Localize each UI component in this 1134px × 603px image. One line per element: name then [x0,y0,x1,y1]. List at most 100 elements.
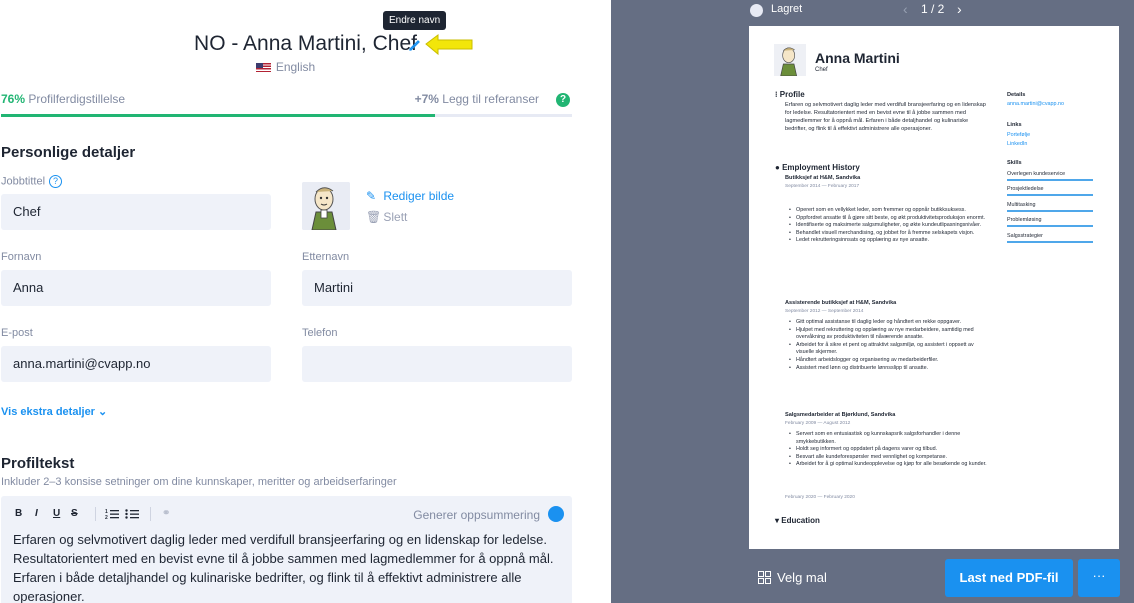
generate-summary-label[interactable]: Generer oppsummering [413,508,540,522]
cv-bullet: Hjulpet med rekruttering og opplæring av… [789,327,989,342]
cv-links-heading: Links [1007,122,1022,128]
profile-text-title: Profiltekst [1,455,75,472]
phone-input[interactable] [302,346,572,382]
numbered-list-icon[interactable]: 1 2 [105,508,119,520]
saved-check-icon [750,4,763,17]
trash-icon: 🗑 [366,210,382,224]
download-pdf-button[interactable]: Last ned PDF-fil [945,559,1073,597]
cv-job1-title: Butikksjef at H&M, Sandvika [785,175,861,181]
editor-toolbar: B I U S 1 2 ⚭ Generer oppsummering [1,496,572,532]
grid-icon[interactable] [758,571,771,584]
avatar[interactable] [302,182,350,230]
rename-tooltip: Endre navn [383,11,447,30]
bonus-label: Legg til referanser [442,92,539,106]
arrow-icon [425,34,473,56]
extra-details-label: Vis ekstra detaljer [1,406,95,418]
toolbar-divider [95,507,96,521]
first-name-input[interactable]: Anna [1,270,271,306]
first-name-label: Fornavn [1,251,42,263]
job-title-label: Jobbtittel? [1,175,63,188]
cv-job2-date: September 2012 — September 2014 [785,309,864,314]
cv-bullet: Håndtert arbeidslogger og organisering a… [789,357,989,365]
cv-skill: Problemløsing [1007,217,1093,227]
resume-page[interactable]: Anna Martini Chef ⁝ Profile Erfaren og s… [749,26,1119,549]
cv-profile-heading-text: Profile [779,90,805,99]
show-extra-details-button[interactable]: Vis ekstra detaljer ⌄ [1,405,107,418]
cv-link-linkedin: LinkedIn [1007,141,1028,147]
bullet-list-icon[interactable] [125,508,139,520]
profile-text-editor[interactable]: B I U S 1 2 ⚭ Generer oppsummering Erfar… [1,496,572,603]
profile-section-icon: ⁝ [775,90,778,99]
cv-chef-illustration [774,44,806,76]
toolbar-divider [150,507,151,521]
cv-skill: Prosjektledelse [1007,186,1093,196]
prev-page-icon[interactable]: ‹ [903,1,908,17]
profile-completion: 76% Profilferdigstillelse +7% Legg til r… [1,92,572,107]
chevron-down-icon: ⌄ [98,406,108,418]
resume-preview-panel: Lagret ‹ 1 / 2 › Anna Martini Chef ⁝ Pro… [611,0,1134,603]
cv-employment-heading: ● Employment History [775,163,860,172]
question-icon[interactable]: ? [49,175,63,188]
underline-button[interactable]: U [53,508,60,519]
email-input[interactable]: anna.martini@cvapp.no [1,346,271,382]
profile-text-hint: Inkluder 2–3 konsise setninger om dine k… [1,476,397,488]
cv-bullet: Gitt optimal assistanse til daglig leder… [789,319,989,327]
refresh-icon[interactable] [548,506,564,522]
cv-bullet: Operert som en vellykket leder, som frem… [789,207,989,215]
page-indicator: 1 / 2 [921,2,945,16]
resume-editor: Endre navn NO - Anna Martini, Chef Engli… [0,0,611,603]
delete-photo-label: Slett [383,210,408,224]
cv-employment-heading-text: Employment History [782,163,860,172]
delete-photo-button[interactable]: 🗑 Slett [366,210,407,224]
italic-button[interactable]: I [35,508,38,519]
resume-title: NO - Anna Martini, Chef [194,32,417,55]
cv-education-heading: ▾ Education [775,516,820,525]
link-icon[interactable]: ⚭ [162,508,170,519]
cv-job3-list: Servert som en entusiastisk og kunnskaps… [789,431,989,469]
pencil-icon[interactable] [408,38,422,52]
cv-bullet: Servert som en entusiastisk og kunnskaps… [789,431,989,446]
last-name-input[interactable]: Martini [302,270,572,306]
strikethrough-button[interactable]: S [71,508,78,519]
svg-text:2: 2 [105,515,108,520]
language-indicator[interactable]: English [0,60,571,74]
help-icon[interactable]: ? [556,93,570,107]
cv-bullet: Arbeidet for å sikre et pent og attrakti… [789,342,989,357]
completion-label: Profilferdigstillelse [28,92,126,106]
briefcase-icon: ● [775,163,780,172]
cv-bullet: Assistert med lønn og distribuerte lønns… [789,365,989,373]
cv-job1-date: September 2014 — February 2017 [785,184,860,189]
edit-photo-pencil-icon: ✎ [366,189,377,203]
cv-skill: Multitasking [1007,202,1093,212]
more-options-button[interactable]: ··· [1078,559,1120,597]
last-name-label: Etternavn [302,251,350,263]
cv-job3-date: February 2009 — August 2012 [785,421,851,426]
saved-status: Lagret [771,3,803,15]
job-title-label-text: Jobbtittel [1,175,46,188]
profile-text-content[interactable]: Erfaren og selvmotivert daglig leder med… [13,530,565,603]
edit-photo-button[interactable]: ✎ Rediger bilde [366,189,454,203]
completion-bar [1,114,572,117]
cv-details-email: anna.martini@cvapp.no [1007,101,1065,107]
cv-job2-list: Gitt optimal assistanse til daglig leder… [789,319,989,372]
cv-bullet: Arbeidet for å gi optimal kundeopplevels… [789,461,989,469]
completion-bar-fill [1,114,435,117]
cv-bullet: Behandlet visuell merchandising, og jobb… [789,230,989,238]
phone-label: Telefon [302,327,338,339]
bold-button[interactable]: B [15,508,22,519]
cv-job4-date: February 2020 — February 2020 [785,495,855,500]
cv-avatar [774,44,806,76]
cv-profile-text: Erfaren og selvmotivert daglig leder med… [785,102,986,132]
next-page-icon[interactable]: › [957,1,962,17]
cv-profile-heading: ⁝ Profile [775,90,805,99]
choose-template-button[interactable]: Velg mal [777,570,827,585]
job-title-input[interactable]: Chef [1,194,271,230]
language-label: English [275,60,316,74]
cv-job3-title: Salgsmedarbeider at Bjørklund, Sandvika [785,412,896,418]
preview-bottom-bar: Velg mal Last ned PDF-fil ··· [611,553,1134,603]
add-references-hint[interactable]: +7% Legg til referanser [415,92,539,106]
cv-skill: Overlegen kundeservice [1007,171,1093,181]
email-label: E-post [1,327,33,339]
chef-avatar-illustration [302,182,350,230]
bonus-percent: +7% [414,92,439,106]
